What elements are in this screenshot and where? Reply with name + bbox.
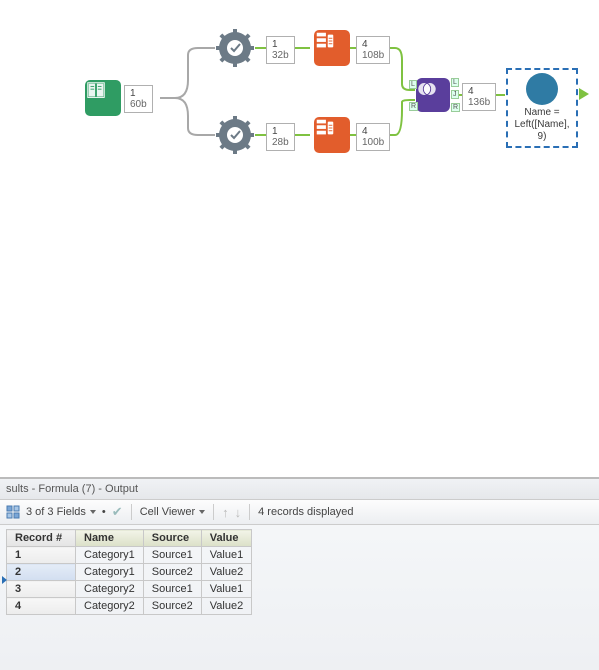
table-row[interactable]: 4 Category2 Source2 Value2 [7, 598, 252, 615]
chevron-down-icon [199, 510, 205, 514]
cell-value[interactable]: Value1 [201, 581, 251, 598]
results-pane: sults - Formula (7) - Output 3 of 3 Fiel… [0, 477, 599, 670]
orange-tool-top[interactable] [314, 30, 350, 66]
join-out-j-port: J [451, 90, 459, 99]
cell-name[interactable]: Category2 [76, 581, 144, 598]
col-record[interactable]: Record # [7, 530, 76, 547]
input-stats: 1 60b [124, 85, 153, 113]
list-icon [314, 30, 350, 66]
cell-source[interactable]: Source1 [143, 581, 201, 598]
cell-name[interactable]: Category1 [76, 564, 144, 581]
cell-name[interactable]: Category2 [76, 598, 144, 615]
table-header-row: Record # Name Source Value [7, 530, 252, 547]
cell-name[interactable]: Category1 [76, 547, 144, 564]
formula-tool-selected[interactable]: Name = Left([Name], 9) [506, 68, 578, 148]
results-table[interactable]: Record # Name Source Value 1 Category1 S… [6, 529, 252, 615]
join-out-l-port: L [451, 78, 459, 87]
join-stats: 4 136b [462, 83, 496, 111]
join-out-r-port: R [451, 103, 460, 112]
gear2-stats: 1 28b [266, 123, 295, 151]
col-value[interactable]: Value [201, 530, 251, 547]
arrow-up-icon[interactable]: ↑ [222, 505, 229, 520]
check-icon[interactable]: ✔ [112, 504, 123, 520]
join-in-r-port: R [409, 102, 418, 111]
orange-tool-bottom[interactable] [314, 117, 350, 153]
cell-value[interactable]: Value2 [201, 564, 251, 581]
flask-icon [526, 73, 558, 105]
cellviewer-dropdown[interactable]: Cell Viewer [140, 506, 205, 518]
row-selected-indicator [2, 576, 7, 584]
cell-source[interactable]: Source2 [143, 598, 201, 615]
col-name[interactable]: Name [76, 530, 144, 547]
fields-dropdown[interactable]: 3 of 3 Fields [26, 506, 96, 518]
row-number: 4 [7, 598, 76, 615]
table-row[interactable]: 1 Category1 Source1 Value1 [7, 547, 252, 564]
list-icon [314, 117, 350, 153]
cellviewer-label: Cell Viewer [140, 506, 195, 518]
join-icon [416, 78, 450, 112]
row-number: 3 [7, 581, 76, 598]
config-icon[interactable] [6, 505, 20, 519]
col-source[interactable]: Source [143, 530, 201, 547]
results-toolbar: 3 of 3 Fields • ✔ Cell Viewer ↑ ↓ 4 reco… [0, 500, 599, 525]
chevron-down-icon [90, 510, 96, 514]
formula-out-port [579, 88, 589, 100]
workflow-canvas[interactable]: 1 60b 1 32b 1 28b 4 108b 4 100b L R L J … [0, 0, 599, 477]
join-in-l-port: L [409, 80, 417, 89]
gear-icon [215, 28, 255, 68]
formula-caption: Name = Left([Name], 9) [511, 107, 573, 143]
join-tool[interactable] [416, 78, 450, 112]
table-row[interactable]: 3 Category2 Source1 Value1 [7, 581, 252, 598]
results-title: sults - Formula (7) - Output [0, 479, 599, 500]
cell-source[interactable]: Source2 [143, 564, 201, 581]
arrow-down-icon[interactable]: ↓ [235, 505, 242, 520]
book-icon [85, 80, 121, 116]
cell-value[interactable]: Value2 [201, 598, 251, 615]
row-number: 2 [7, 564, 76, 581]
orange2-stats: 4 100b [356, 123, 390, 151]
gear-icon [215, 115, 255, 155]
cell-source[interactable]: Source1 [143, 547, 201, 564]
records-displayed-label: 4 records displayed [258, 506, 353, 518]
fields-label: 3 of 3 Fields [26, 506, 86, 518]
text-input-tool[interactable] [85, 80, 121, 116]
gear1-stats: 1 32b [266, 36, 295, 64]
table-row[interactable]: 2 Category1 Source2 Value2 [7, 564, 252, 581]
row-number: 1 [7, 547, 76, 564]
cell-value[interactable]: Value1 [201, 547, 251, 564]
orange1-stats: 4 108b [356, 36, 390, 64]
